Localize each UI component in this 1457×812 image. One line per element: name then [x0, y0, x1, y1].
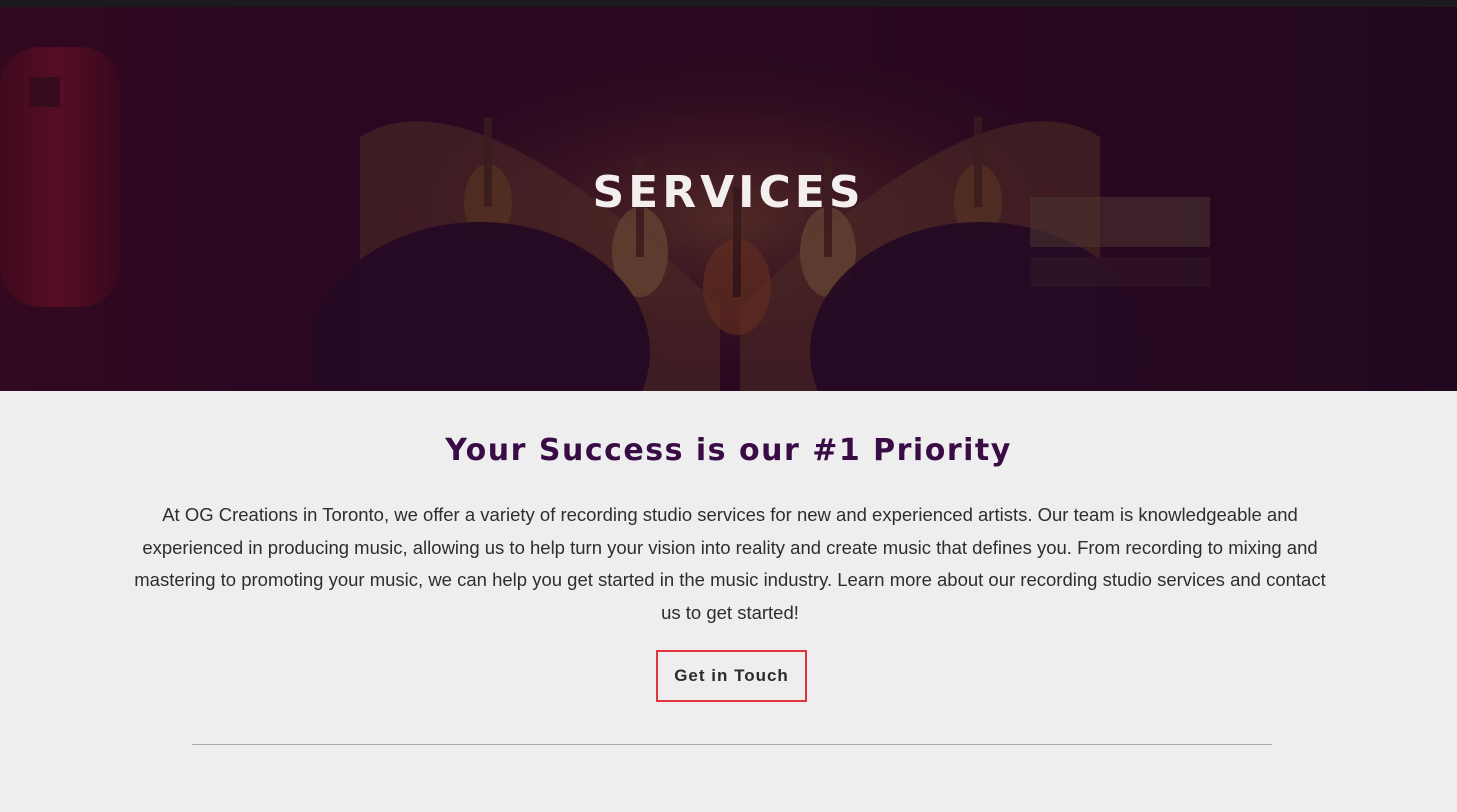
- section-divider: [192, 744, 1272, 745]
- intro-paragraph: At OG Creations in Toronto, we offer a v…: [134, 504, 1326, 623]
- top-bar: [0, 0, 1457, 7]
- section-heading: Your Success is our #1 Priority: [445, 433, 1012, 468]
- page-title: SERVICES: [592, 167, 865, 218]
- services-intro-section: Your Success is our #1 Priority At OG Cr…: [0, 391, 1457, 812]
- hero-banner: SERVICES: [0, 7, 1457, 391]
- get-in-touch-button[interactable]: Get in Touch: [656, 650, 807, 702]
